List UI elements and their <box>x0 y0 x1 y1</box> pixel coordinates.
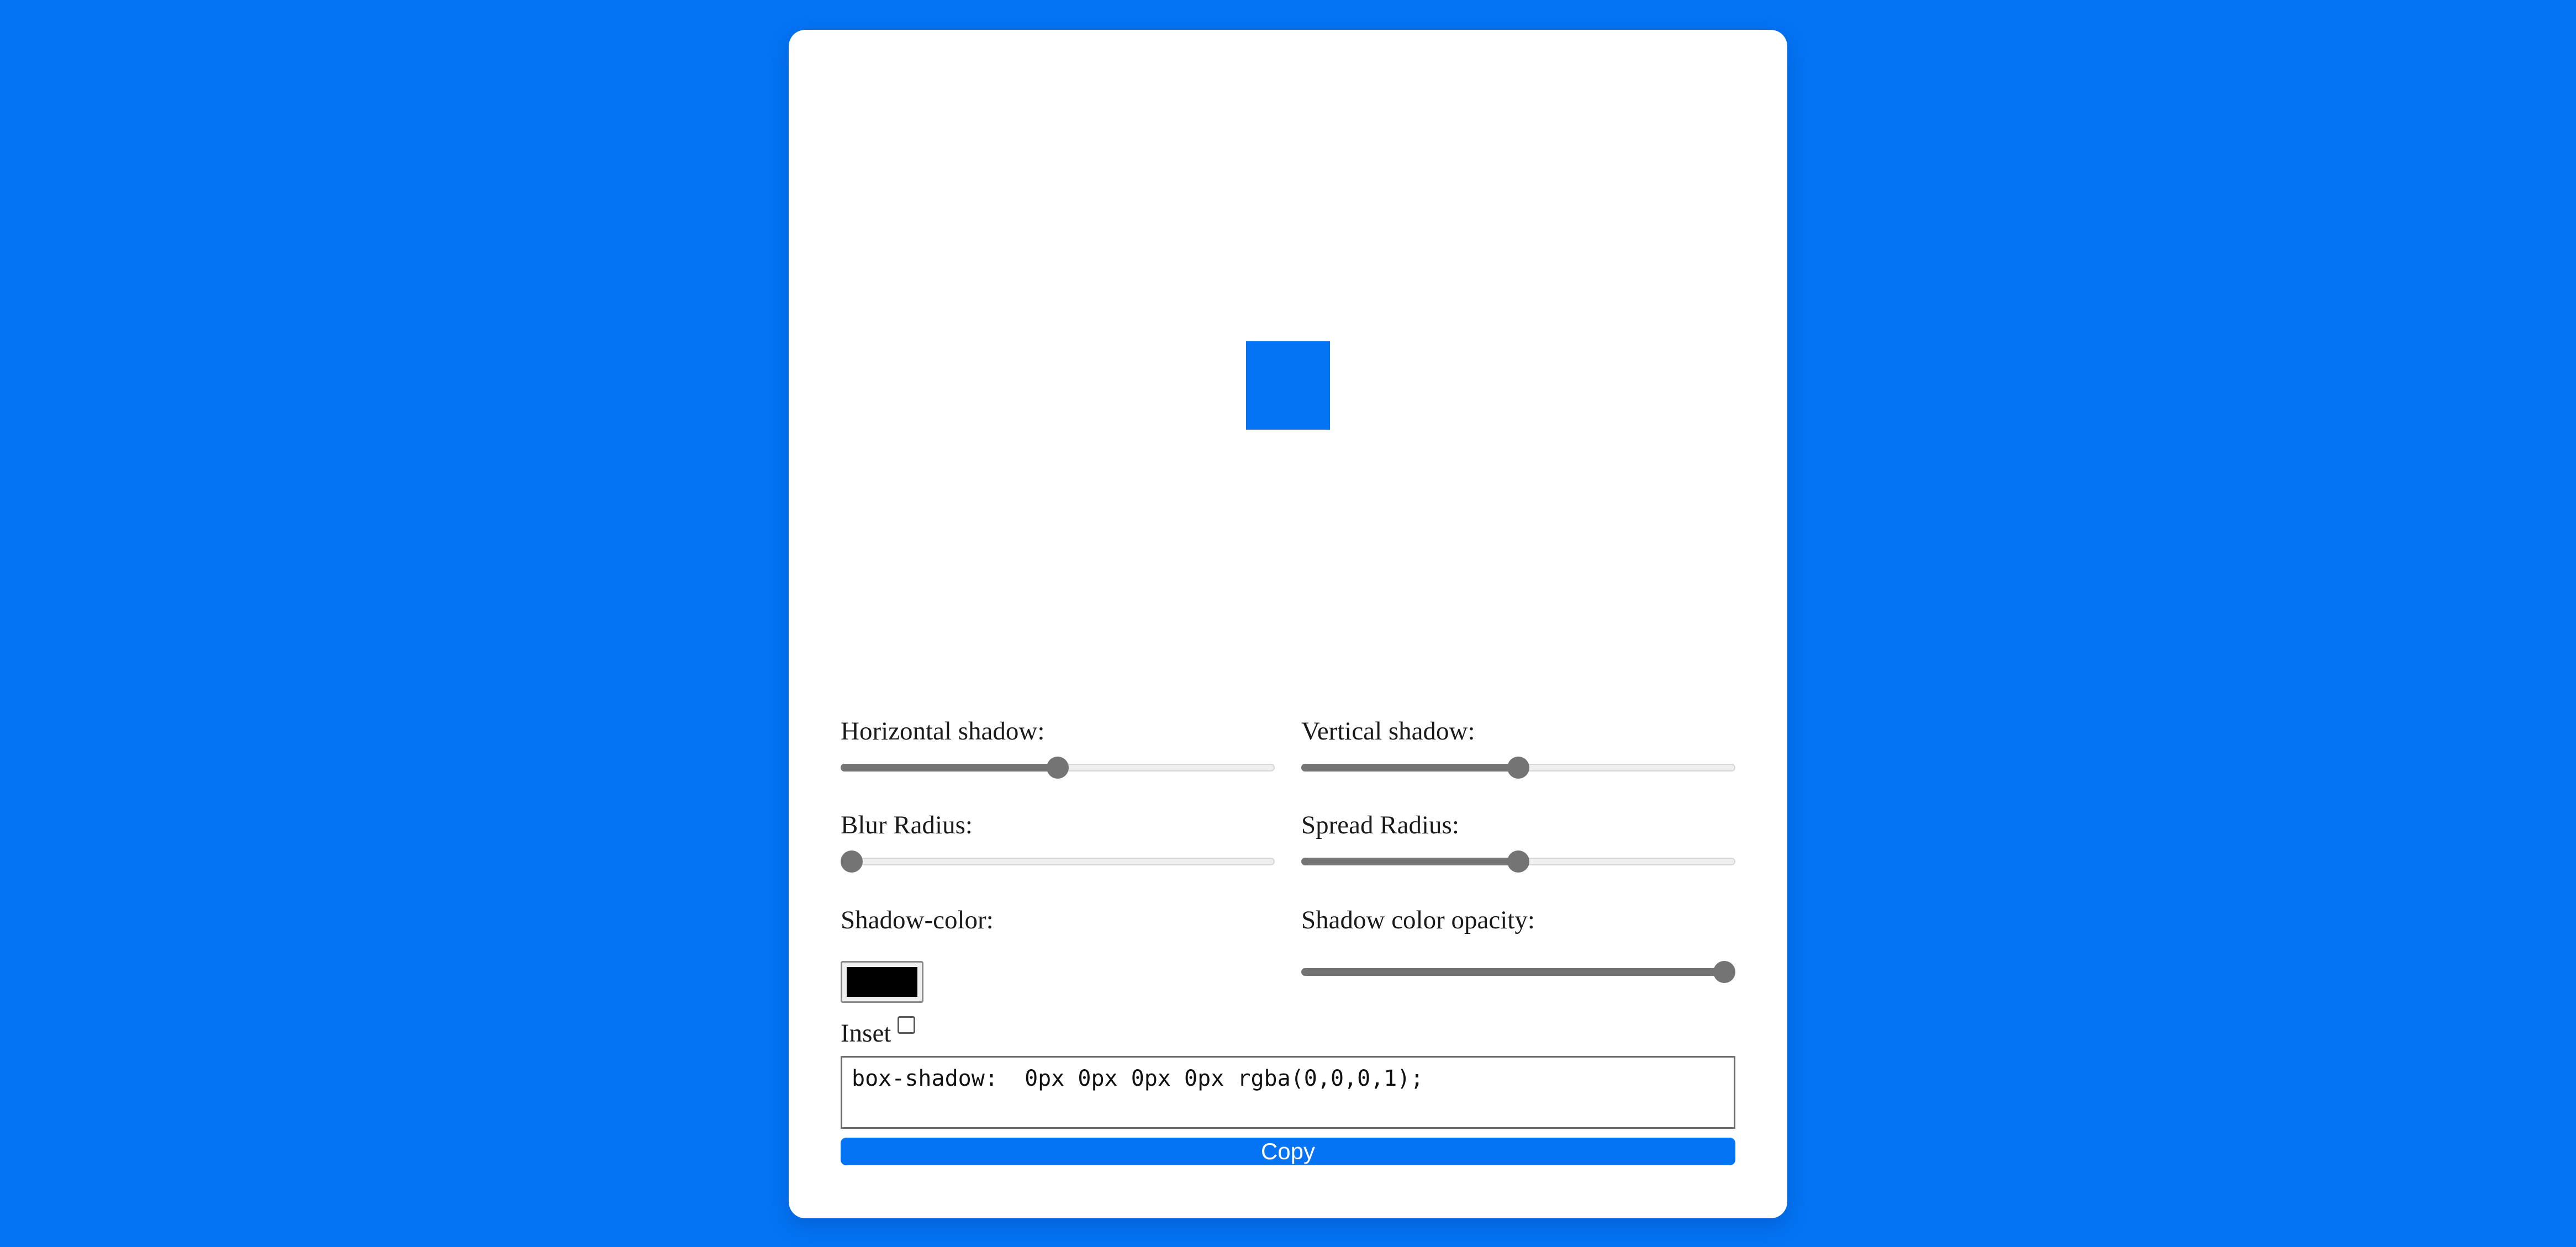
spread-radius-control: Spread Radius: <box>1301 810 1735 874</box>
slider-thumb[interactable] <box>1507 757 1529 779</box>
slider-track <box>841 858 1275 865</box>
generator-card: Horizontal shadow: Vertical shadow: Blur… <box>789 30 1787 1218</box>
shadow-color-picker[interactable] <box>841 961 923 1003</box>
spread-radius-label: Spread Radius: <box>1301 811 1459 839</box>
vertical-shadow-control: Vertical shadow: <box>1301 716 1735 780</box>
shadow-color-label: Shadow-color: <box>841 906 994 934</box>
slider-thumb[interactable] <box>1047 757 1069 779</box>
slider-fill <box>841 764 1058 772</box>
slider-fill <box>1301 858 1518 865</box>
blur-radius-label: Blur Radius: <box>841 811 973 839</box>
shadow-color-control: Shadow-color: <box>841 905 1275 1004</box>
horizontal-shadow-slider[interactable] <box>841 757 1275 779</box>
blur-radius-control: Blur Radius: <box>841 810 1275 874</box>
vertical-shadow-slider[interactable] <box>1301 757 1735 779</box>
css-output-textarea[interactable]: box-shadow: 0px 0px 0px 0px rgba(0,0,0,1… <box>841 1056 1735 1129</box>
slider-fill <box>1301 968 1724 976</box>
copy-button[interactable]: Copy <box>841 1138 1735 1165</box>
inset-checkbox[interactable] <box>898 1016 916 1034</box>
slider-thumb[interactable] <box>1713 961 1735 983</box>
inset-row: Inset <box>841 1016 916 1049</box>
vertical-shadow-label: Vertical shadow: <box>1301 717 1475 746</box>
blur-radius-slider[interactable] <box>841 850 1275 873</box>
slider-fill <box>1301 764 1518 772</box>
slider-thumb[interactable] <box>841 850 863 873</box>
spread-radius-slider[interactable] <box>1301 850 1735 873</box>
inset-label: Inset <box>841 1019 891 1048</box>
preview-box <box>1246 341 1330 430</box>
slider-thumb[interactable] <box>1507 850 1529 873</box>
color-swatch-fill <box>847 967 917 997</box>
horizontal-shadow-control: Horizontal shadow: <box>841 716 1275 780</box>
horizontal-shadow-label: Horizontal shadow: <box>841 717 1045 746</box>
shadow-opacity-label: Shadow color opacity: <box>1301 906 1535 934</box>
shadow-opacity-slider[interactable] <box>1301 961 1735 983</box>
shadow-opacity-control: Shadow color opacity: <box>1301 905 1735 985</box>
